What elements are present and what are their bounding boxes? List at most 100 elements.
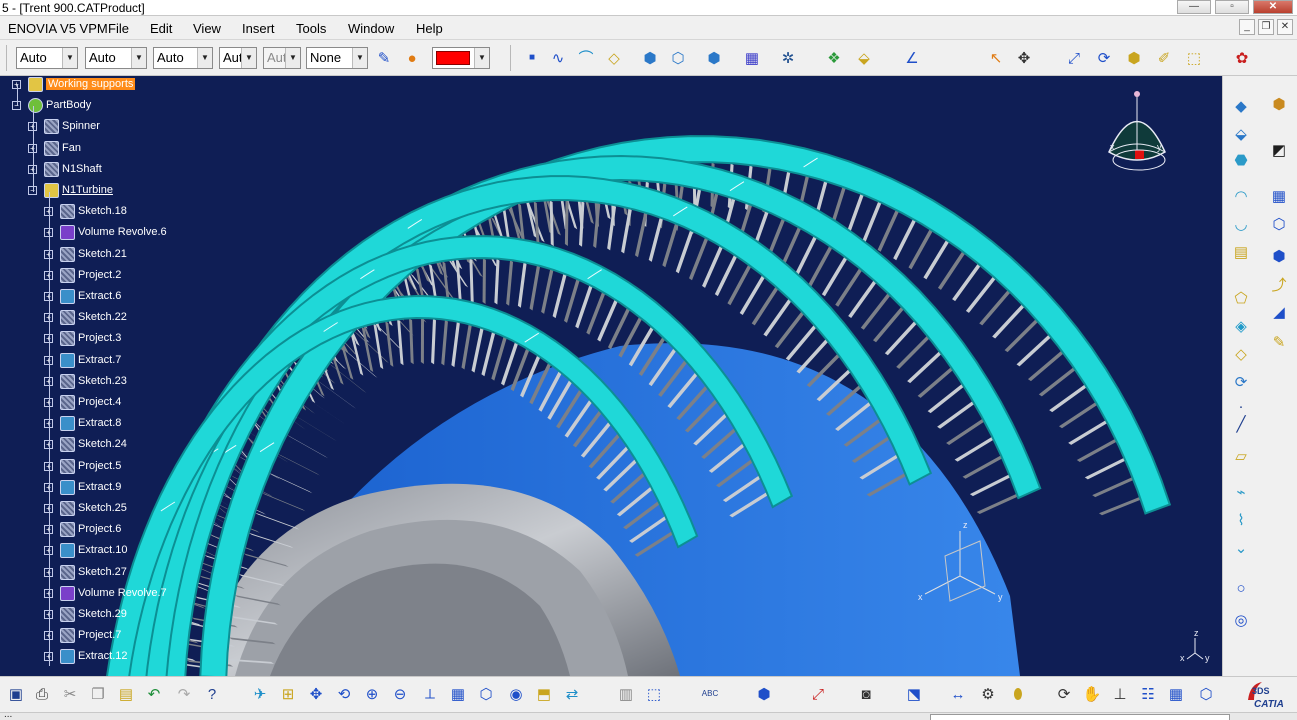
cube-right-icon[interactable]: ⬡ bbox=[666, 46, 690, 70]
multi-select-icon[interactable]: ✥ bbox=[1012, 46, 1036, 70]
tree-item[interactable]: +Project.7 bbox=[0, 627, 200, 645]
tool-icon[interactable]: ✐ bbox=[1152, 46, 1176, 70]
layer-icon[interactable]: ▤ bbox=[1229, 240, 1253, 264]
tree-item[interactable]: +Sketch.24 bbox=[0, 436, 200, 454]
menu-edit[interactable]: Edit bbox=[150, 21, 172, 36]
command-input[interactable] bbox=[930, 714, 1230, 720]
hide-show-icon[interactable]: ⬒ bbox=[532, 682, 556, 706]
blend-icon[interactable]: ◠ bbox=[1229, 184, 1253, 208]
spline-icon[interactable]: ∿ bbox=[546, 46, 570, 70]
point-icon[interactable]: ■ bbox=[520, 46, 544, 70]
dimension-icon[interactable]: ⬢ bbox=[1267, 244, 1291, 268]
swept-surface-icon[interactable]: ◆ bbox=[1229, 94, 1253, 118]
table-icon[interactable]: ▥ bbox=[614, 682, 638, 706]
tree-item[interactable]: +Project.2 bbox=[0, 267, 200, 285]
catalog-icon[interactable]: ⬚ bbox=[1182, 46, 1206, 70]
surface-icon[interactable]: ⌒ bbox=[574, 46, 598, 70]
transform-icon[interactable]: ⤢ bbox=[1062, 46, 1086, 70]
line-icon[interactable]: ╱ bbox=[1229, 412, 1253, 436]
inertia-icon[interactable]: ⚙ bbox=[976, 682, 1000, 706]
plane-icon[interactable]: ▱ bbox=[1229, 444, 1253, 468]
assembly-icon[interactable]: ⬢ bbox=[702, 46, 726, 70]
doc-minimize-button[interactable]: _ bbox=[1239, 19, 1255, 35]
axis-icon[interactable]: ⊥ bbox=[1108, 682, 1132, 706]
pan-icon[interactable]: ✥ bbox=[304, 682, 328, 706]
capture-icon[interactable]: ⬔ bbox=[902, 682, 926, 706]
maximize-button[interactable]: ▫ bbox=[1215, 0, 1249, 14]
menu-view[interactable]: View bbox=[193, 21, 221, 36]
undo-icon[interactable]: ↶ bbox=[142, 682, 166, 706]
print-icon[interactable]: ⎙ bbox=[30, 682, 54, 706]
analysis-icon[interactable]: ⬙ bbox=[852, 46, 876, 70]
surface-split-icon[interactable]: ⌁ bbox=[1229, 480, 1253, 504]
scale-icon[interactable]: ◢ bbox=[1267, 300, 1291, 324]
doc-restore-button[interactable]: ❐ bbox=[1258, 19, 1274, 35]
tree-item[interactable]: +Project.3 bbox=[0, 330, 200, 348]
measure-icon[interactable]: ⤢ bbox=[806, 682, 830, 706]
eraser-icon[interactable]: ◇ bbox=[602, 46, 626, 70]
multi-section-icon[interactable]: ◈ bbox=[1229, 314, 1253, 338]
macro-icon[interactable]: ✿ bbox=[1230, 46, 1254, 70]
measure-between-icon[interactable]: ↔ bbox=[946, 682, 970, 706]
tree-item[interactable]: −PartBody bbox=[0, 97, 200, 115]
fit-all-icon[interactable]: ⊞ bbox=[276, 682, 300, 706]
pen-icon[interactable]: ✎ bbox=[1267, 330, 1291, 354]
doc-close-button[interactable]: ✕ bbox=[1277, 19, 1293, 35]
revolve-icon[interactable]: ⟳ bbox=[1229, 370, 1253, 394]
refresh-icon[interactable]: ⟳ bbox=[1052, 682, 1076, 706]
text-icon[interactable]: ABC bbox=[698, 682, 722, 706]
tree-item[interactable]: +N1Shaft bbox=[0, 161, 200, 179]
extrude-icon[interactable]: ◇ bbox=[1229, 342, 1253, 366]
multi-view-icon[interactable]: ▦ bbox=[446, 682, 470, 706]
tree-item[interactable]: +Sketch.18 bbox=[0, 203, 200, 221]
cube-left-icon[interactable]: ⬢ bbox=[638, 46, 662, 70]
transparency-dropdown[interactable]: Aut ▼ bbox=[263, 47, 301, 69]
normal-view-icon[interactable]: ⟂ bbox=[418, 682, 442, 706]
loft-icon[interactable]: ◡ bbox=[1229, 212, 1253, 236]
layer-dropdown[interactable]: Aut ▼ bbox=[219, 47, 257, 69]
std-view-icon[interactable]: ⬡ bbox=[1194, 682, 1218, 706]
tree-item[interactable]: −N1Turbine bbox=[0, 182, 200, 200]
grid-icon[interactable]: ▦ bbox=[1267, 184, 1291, 208]
copy-icon[interactable]: ❐ bbox=[86, 682, 110, 706]
menu-help[interactable]: Help bbox=[416, 21, 443, 36]
tree-item[interactable]: +Sketch.21 bbox=[0, 246, 200, 264]
tree-item[interactable]: +Extract.9 bbox=[0, 479, 200, 497]
tree-item[interactable]: +Project.5 bbox=[0, 458, 200, 476]
line-thickness-dropdown[interactable]: Auto ▼ bbox=[85, 47, 147, 69]
tree-item[interactable]: +Spinner bbox=[0, 118, 200, 136]
extrapolate-icon[interactable]: ⤴ bbox=[1267, 272, 1291, 296]
tree-item[interactable]: +Extract.6 bbox=[0, 288, 200, 306]
apply-material-icon[interactable]: ● bbox=[400, 46, 424, 70]
tree-item[interactable]: +Sketch.25 bbox=[0, 500, 200, 518]
rotate-icon[interactable]: ⟲ bbox=[332, 682, 356, 706]
trim-icon[interactable]: ⌇ bbox=[1229, 508, 1253, 532]
painter-icon[interactable]: ✎ bbox=[372, 46, 396, 70]
cut-icon[interactable]: ✂ bbox=[58, 682, 82, 706]
color-dropdown[interactable]: ▼ bbox=[432, 47, 490, 69]
grid-icon[interactable]: ▦ bbox=[740, 46, 764, 70]
tree-item[interactable]: +Volume Revolve.7 bbox=[0, 585, 200, 603]
menu-file[interactable]: File bbox=[108, 21, 129, 36]
cube-icon[interactable]: ⬡ bbox=[1267, 212, 1291, 236]
grid-snap-icon[interactable]: ▦ bbox=[1164, 682, 1188, 706]
sketch-icon[interactable]: ◩ bbox=[1267, 138, 1291, 162]
tree-item[interactable]: +Project.4 bbox=[0, 394, 200, 412]
circle-icon[interactable]: ○ bbox=[1229, 576, 1253, 600]
shading-icon[interactable]: ◉ bbox=[504, 682, 528, 706]
tree-item[interactable]: +Working supports bbox=[0, 76, 200, 94]
iso-view-icon[interactable]: ⬡ bbox=[474, 682, 498, 706]
tree-item[interactable]: +Extract.12 bbox=[0, 648, 200, 666]
satellite-icon[interactable]: ✲ bbox=[776, 46, 800, 70]
save-icon[interactable]: ▣ bbox=[4, 682, 28, 706]
spiral-icon[interactable]: ◎ bbox=[1229, 608, 1253, 632]
tree-item[interactable]: +Sketch.27 bbox=[0, 564, 200, 582]
tree-item[interactable]: +Sketch.22 bbox=[0, 309, 200, 327]
menu-insert[interactable]: Insert bbox=[242, 21, 275, 36]
tree-item[interactable]: +Volume Revolve.6 bbox=[0, 224, 200, 242]
workbench-icon[interactable]: ⬢ bbox=[1267, 92, 1291, 116]
camera-icon[interactable]: ◙ bbox=[854, 682, 878, 706]
line-type-dropdown[interactable]: Auto ▼ bbox=[16, 47, 78, 69]
fly-mode-icon[interactable]: ✈ bbox=[248, 682, 272, 706]
zoom-out-icon[interactable]: ⊖ bbox=[388, 682, 412, 706]
